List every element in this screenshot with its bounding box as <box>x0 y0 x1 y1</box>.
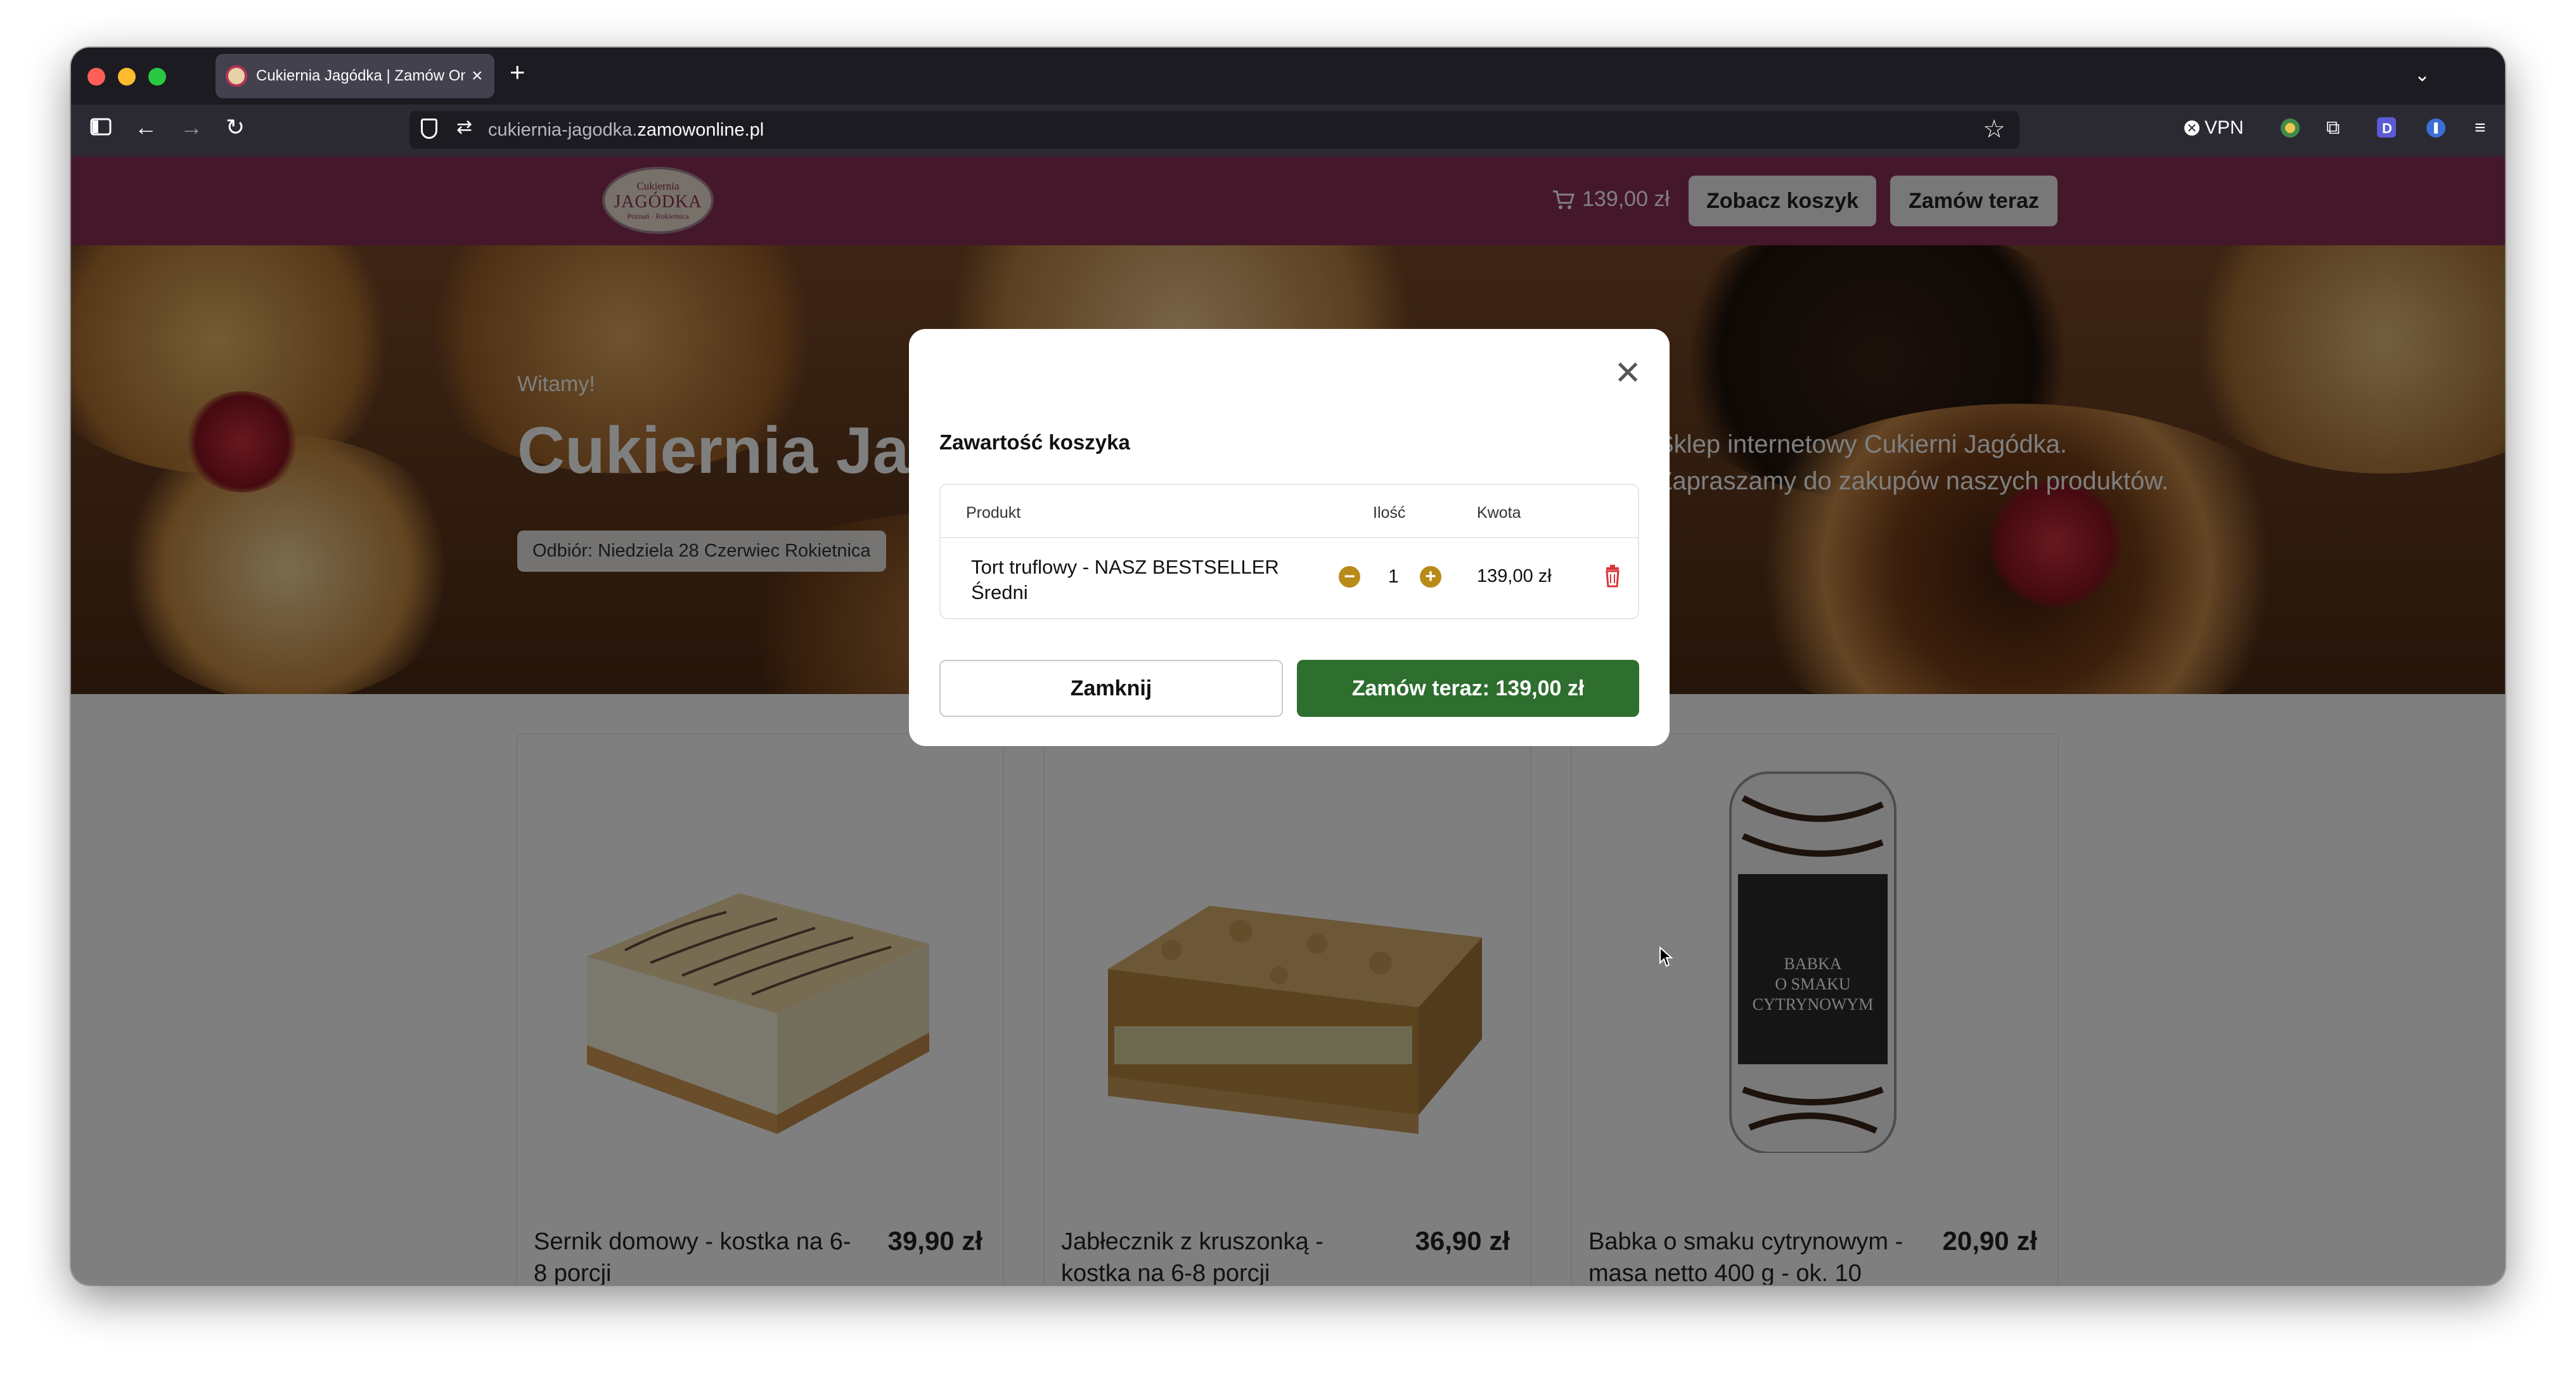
reload-icon[interactable]: ↻ <box>226 116 245 139</box>
decrease-quantity-button[interactable]: − <box>1339 566 1360 588</box>
trash-icon[interactable] <box>1600 563 1625 589</box>
browser-window: Cukiernia Jagódka | Zamów Online × + ⌄ ←… <box>71 48 2505 1285</box>
modal-title: Zawartość koszyka <box>939 430 1130 454</box>
quantity-value: 1 <box>1388 566 1399 587</box>
permissions-icon[interactable]: ⇄ <box>456 116 472 138</box>
column-header-product: Produkt <box>966 504 1021 522</box>
increase-quantity-button[interactable]: + <box>1420 566 1441 588</box>
divider <box>941 537 1638 538</box>
column-header-amount: Kwota <box>1477 504 1521 522</box>
menu-hamburger-icon[interactable]: ≡ <box>2475 117 2486 139</box>
order-now-button[interactable]: Zamów teraz: 139,00 zł <box>1297 660 1639 717</box>
mouse-cursor-icon <box>1659 946 1673 967</box>
cart-item-variant: Średni <box>971 581 1028 603</box>
vpn-label: VPN <box>2205 117 2244 138</box>
url-text[interactable]: cukiernia-jagodka.zamowonline.pl <box>488 120 764 141</box>
column-header-quantity: Ilość <box>1373 504 1406 522</box>
close-icon[interactable]: × <box>472 67 483 86</box>
cart-item-title: Tort truflowy - NASZ BESTSELLER <box>971 556 1279 578</box>
back-arrow-icon[interactable]: ← <box>134 116 157 139</box>
extensions-puzzle-icon[interactable]: ⧉ <box>2326 117 2340 139</box>
cart-item-amount: 139,00 zł <box>1477 566 1552 586</box>
cart-item-name: Tort truflowy - NASZ BESTSELLER Średni <box>971 555 1279 605</box>
navigation-toolbar: ← → ↻ ⇄ cukiernia-jagodka.zamowonline.pl… <box>71 105 2505 157</box>
page-content: Cukiernia JAGÓDKA Poznań · Rokietnica 13… <box>71 157 2505 1285</box>
zoom-window-button[interactable] <box>148 68 166 86</box>
extension-d-icon[interactable]: D <box>2376 116 2397 144</box>
sidebar-toggle-icon[interactable] <box>90 117 112 140</box>
cart-table: Produkt Ilość Kwota Tort truflowy - NASZ… <box>939 484 1639 619</box>
chevron-down-icon[interactable]: ⌄ <box>2414 64 2430 86</box>
close-icon[interactable]: ✕ <box>1614 357 1642 390</box>
vpn-status-icon: ✕ <box>2184 120 2199 136</box>
extension-globe-icon[interactable] <box>2279 117 2301 144</box>
address-bar[interactable]: ⇄ cukiernia-jagodka.zamowonline.pl ☆ <box>409 111 2019 149</box>
site-favicon-icon <box>226 65 247 87</box>
tab-cukiernia[interactable]: Cukiernia Jagódka | Zamów Online × <box>216 54 494 98</box>
tab-title: Cukiernia Jagódka | Zamów Online <box>256 67 465 84</box>
close-window-button[interactable] <box>87 68 105 86</box>
forward-arrow-icon[interactable]: → <box>180 116 203 139</box>
shield-icon[interactable] <box>421 119 437 139</box>
vpn-button[interactable]: ✕ VPN <box>2184 117 2244 139</box>
password-manager-icon[interactable] <box>2425 117 2447 144</box>
close-modal-button[interactable]: Zamknij <box>939 660 1283 717</box>
svg-text:D: D <box>2382 120 2392 136</box>
minimize-window-button[interactable] <box>118 68 136 86</box>
tab-bar: Cukiernia Jagódka | Zamów Online × + ⌄ <box>71 48 2505 105</box>
cart-modal: ✕ Zawartość koszyka Produkt Ilość Kwota … <box>909 329 1670 746</box>
new-tab-plus-icon[interactable]: + <box>510 59 525 86</box>
bookmark-star-icon[interactable]: ☆ <box>1983 115 2006 144</box>
